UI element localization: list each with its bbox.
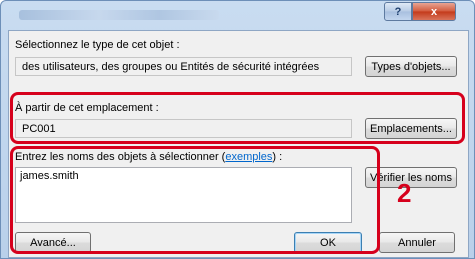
object-type-label: Sélectionnez le type de cet objet : <box>15 39 180 51</box>
object-types-button[interactable]: Types d'objets... <box>365 56 457 77</box>
title-bar[interactable]: ? x <box>1 1 474 27</box>
cancel-button[interactable]: Annuler <box>379 232 455 253</box>
close-button[interactable]: x <box>412 2 456 21</box>
names-highlight <box>10 146 380 254</box>
location-highlight <box>10 92 465 144</box>
close-icon: x <box>430 5 438 18</box>
object-type-field: des utilisateurs, des groupes ou Entités… <box>15 57 352 76</box>
help-icon: ? <box>394 5 402 18</box>
help-button[interactable]: ? <box>384 2 412 21</box>
dialog-title-blurred <box>19 10 219 20</box>
step-number-badge: 2 <box>397 178 412 208</box>
